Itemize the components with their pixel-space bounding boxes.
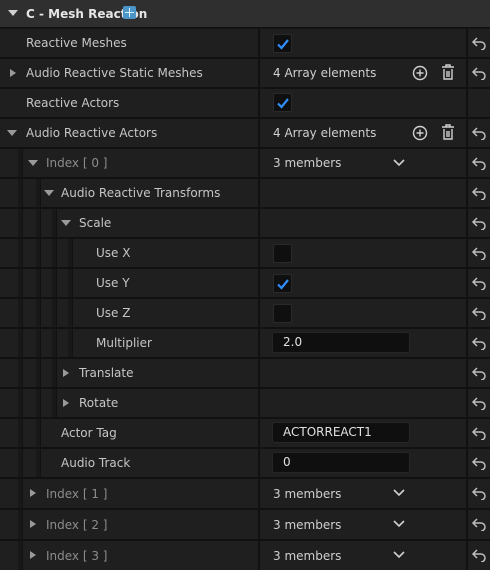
reset-to-default-icon[interactable] — [471, 156, 487, 170]
reset-to-default-icon[interactable] — [471, 336, 487, 350]
label-audio-reactive-static-meshes: Audio Reactive Static Meshes — [26, 66, 203, 80]
chevron-down-icon[interactable] — [393, 159, 405, 167]
row-rotate: Rotate — [0, 389, 490, 417]
delete-all-icon[interactable] — [441, 64, 455, 80]
reset-to-default-icon[interactable] — [471, 186, 487, 200]
reset-to-default-icon[interactable] — [471, 126, 487, 140]
label-index-3: Index [ 3 ] — [46, 548, 108, 563]
label-multiplier: Multiplier — [96, 336, 152, 350]
category-header[interactable]: C - Mesh Reaction — [0, 0, 490, 28]
label-reactive-actors: Reactive Actors — [26, 96, 120, 110]
label-reactive-meshes: Reactive Meshes — [26, 36, 127, 50]
details-panel: C - Mesh Reaction Reactive Meshes Audio … — [0, 0, 490, 570]
label-use-x: Use X — [96, 246, 131, 260]
collapse-arrow-icon[interactable] — [7, 130, 17, 136]
label-index-0: Index [ 0 ] — [46, 156, 108, 170]
index-2-members: 3 members — [273, 517, 342, 532]
chevron-down-icon[interactable] — [393, 551, 405, 559]
audio-track-input[interactable]: 0 — [272, 452, 410, 473]
index-0-members: 3 members — [273, 156, 342, 170]
static-meshes-count: 4 Array elements — [273, 66, 377, 80]
label-rotate: Rotate — [79, 396, 119, 410]
collapse-arrow-icon[interactable] — [44, 190, 54, 196]
expand-arrow-icon[interactable] — [63, 368, 69, 377]
row-audio-reactive-transforms: Audio Reactive Transforms — [0, 179, 490, 207]
row-index-1: Index [ 1 ] 3 members — [0, 479, 490, 508]
index-1-members: 3 members — [273, 486, 342, 501]
label-use-y: Use Y — [96, 276, 130, 290]
delete-all-icon[interactable] — [441, 124, 455, 140]
reset-to-default-icon[interactable] — [471, 306, 487, 320]
reset-to-default-icon[interactable] — [471, 276, 487, 290]
category-badge-icon — [123, 6, 136, 19]
row-scale: Scale — [0, 209, 490, 237]
reset-to-default-icon[interactable] — [471, 426, 487, 440]
expand-arrow-icon[interactable] — [30, 551, 36, 559]
label-audio-reactive-transforms: Audio Reactive Transforms — [61, 186, 221, 200]
reset-to-default-icon[interactable] — [471, 366, 487, 380]
collapse-arrow-icon[interactable] — [8, 10, 18, 16]
row-use-x: Use X — [0, 239, 490, 267]
index-3-members: 3 members — [273, 548, 342, 563]
reset-to-default-icon[interactable] — [471, 396, 487, 410]
row-reactive-actors: Reactive Actors — [0, 89, 490, 117]
label-translate: Translate — [79, 366, 134, 380]
reset-to-default-icon[interactable] — [471, 486, 487, 500]
chevron-down-icon[interactable] — [393, 520, 405, 528]
label-actor-tag: Actor Tag — [61, 426, 117, 440]
actors-count: 4 Array elements — [273, 126, 377, 140]
row-use-y: Use Y — [0, 269, 490, 297]
row-actor-tag: Actor Tag ACTORREACT1 — [0, 419, 490, 447]
row-audio-reactive-actors: Audio Reactive Actors 4 Array elements — [0, 119, 490, 147]
label-index-2: Index [ 2 ] — [46, 517, 108, 532]
reset-to-default-icon[interactable] — [471, 548, 487, 562]
row-audio-reactive-static-meshes: Audio Reactive Static Meshes 4 Array ele… — [0, 59, 490, 87]
row-index-0: Index [ 0 ] 3 members — [0, 149, 490, 177]
expand-arrow-icon[interactable] — [30, 520, 36, 528]
row-index-3: Index [ 3 ] 3 members — [0, 541, 490, 570]
collapse-arrow-icon[interactable] — [28, 160, 38, 166]
row-index-2: Index [ 2 ] 3 members — [0, 510, 490, 539]
actor-tag-input[interactable]: ACTORREACT1 — [272, 422, 410, 443]
reset-to-default-icon[interactable] — [471, 66, 487, 80]
checkmark-icon — [277, 39, 289, 50]
row-reactive-meshes: Reactive Meshes — [0, 29, 490, 57]
expand-arrow-icon[interactable] — [30, 489, 36, 497]
checkmark-icon — [277, 98, 289, 109]
row-use-z: Use Z — [0, 299, 490, 327]
label-audio-reactive-actors: Audio Reactive Actors — [26, 126, 158, 140]
expand-arrow-icon[interactable] — [63, 398, 69, 407]
reset-to-default-icon[interactable] — [471, 36, 487, 50]
expand-arrow-icon[interactable] — [10, 68, 16, 77]
checkbox-reactive-actors[interactable] — [273, 93, 292, 112]
label-scale: Scale — [79, 216, 112, 230]
add-element-icon[interactable] — [412, 125, 428, 141]
collapse-arrow-icon[interactable] — [61, 220, 71, 226]
add-element-icon[interactable] — [412, 65, 428, 81]
row-translate: Translate — [0, 359, 490, 387]
row-multiplier: Multiplier 2.0 — [0, 329, 490, 357]
reset-to-default-icon[interactable] — [471, 456, 487, 470]
label-index-1: Index [ 1 ] — [46, 486, 108, 501]
checkmark-icon — [277, 279, 289, 290]
multiplier-input[interactable]: 2.0 — [272, 332, 410, 353]
checkbox-use-x[interactable] — [273, 244, 292, 263]
reset-to-default-icon[interactable] — [471, 246, 487, 260]
label-use-z: Use Z — [96, 306, 131, 320]
checkbox-use-y[interactable] — [273, 274, 292, 293]
reset-to-default-icon[interactable] — [471, 216, 487, 230]
checkbox-reactive-meshes[interactable] — [273, 34, 292, 53]
chevron-down-icon[interactable] — [393, 489, 405, 497]
row-audio-track: Audio Track 0 — [0, 449, 490, 477]
reset-to-default-icon[interactable] — [471, 517, 487, 531]
label-audio-track: Audio Track — [61, 456, 131, 470]
checkbox-use-z[interactable] — [273, 304, 292, 323]
